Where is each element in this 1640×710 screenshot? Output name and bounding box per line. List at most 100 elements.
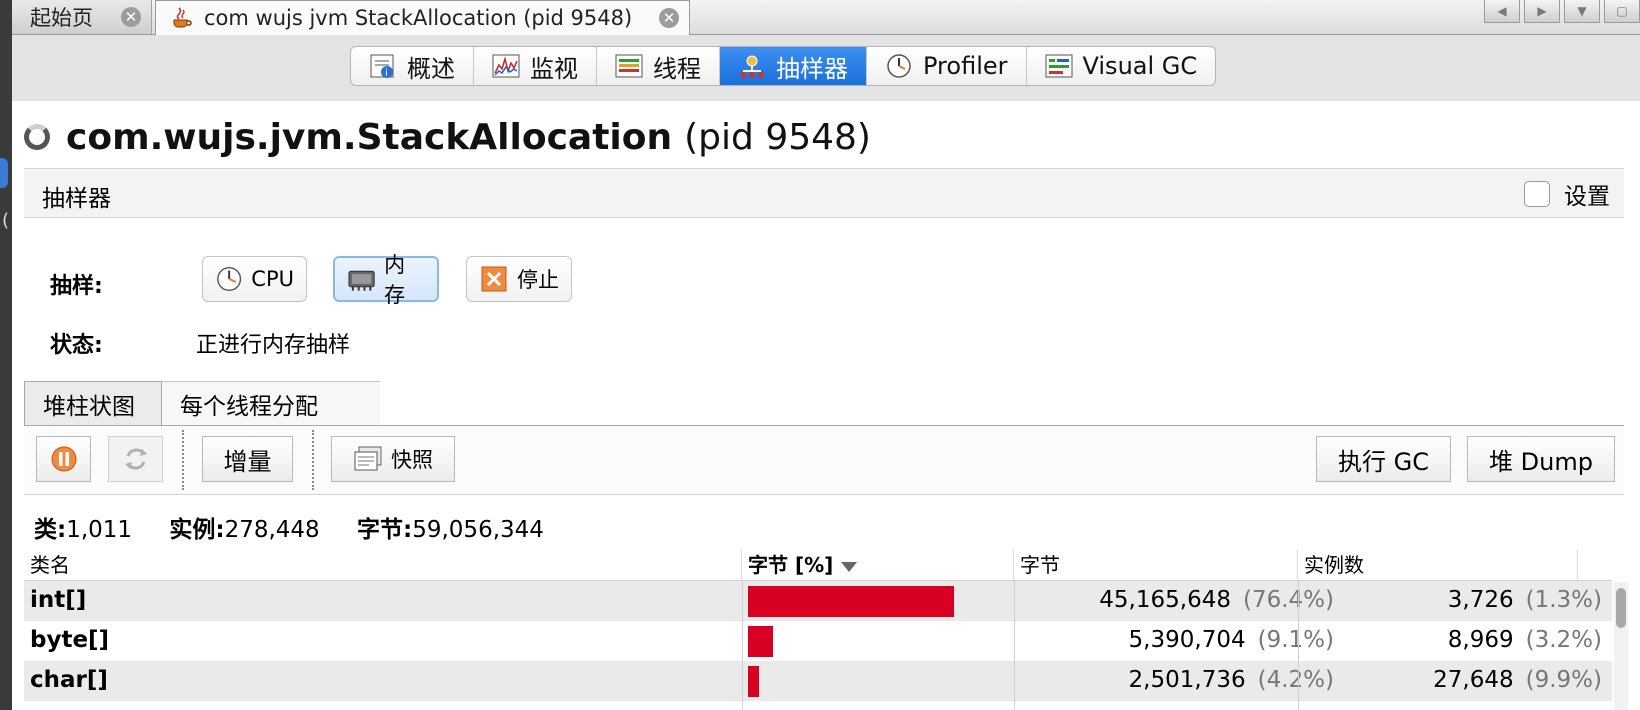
clock-icon	[887, 54, 911, 78]
visual-gc-icon	[1045, 54, 1072, 78]
scroll-right-icon[interactable]: ▶	[1524, 0, 1560, 23]
bytes-percent-bar	[748, 586, 955, 617]
tab-overview[interactable]: i 概述	[351, 47, 474, 85]
column-bytes-label: 字节	[1020, 553, 1060, 577]
instances-label: 实例:	[169, 517, 225, 543]
scrollbar-thumb[interactable]	[1616, 588, 1626, 628]
class-name-cell: byte[]	[30, 627, 110, 653]
close-icon[interactable]: ✕	[121, 7, 141, 27]
column-divider	[742, 580, 743, 710]
histogram-summary: 类:1,011 实例:278,448 字节:59,056,344	[34, 510, 574, 544]
tab-sampler[interactable]: 抽样器	[720, 47, 867, 85]
tab-threads[interactable]: 线程	[597, 47, 720, 85]
bytes-label: 字节:	[357, 517, 413, 543]
table-row[interactable]: byte[] 5,390,704 (9.1%) 8,969 (3.2%)	[24, 621, 1612, 661]
tab-process[interactable]: com wujs jvm StackAllocation (pid 9548) …	[155, 0, 690, 35]
sample-label: 抽样:	[50, 274, 103, 299]
toolbar-separator	[312, 430, 314, 490]
sort-descending-icon	[841, 561, 858, 572]
memory-sample-label: 内存	[384, 253, 406, 307]
sampler-header: 抽样器 设置	[24, 168, 1624, 218]
class-name-cell: int[]	[30, 587, 87, 613]
tab-visual-gc-label: Visual GC	[1082, 52, 1198, 80]
svg-text:i: i	[385, 68, 388, 79]
sampler-header-label: 抽样器	[42, 186, 111, 212]
process-name: com.wujs.jvm.StackAllocation	[66, 116, 673, 158]
column-bytes-percent[interactable]: 字节 [%]	[742, 550, 1014, 580]
heap-dump-button[interactable]: 堆 Dump	[1467, 436, 1615, 482]
refresh-icon	[124, 448, 147, 470]
table-row[interactable]: int[] 45,165,648 (76.4%) 3,726 (1.3%)	[24, 581, 1612, 621]
snapshot-button-label: 快照	[391, 448, 433, 472]
tab-monitor[interactable]: 监视	[474, 47, 597, 85]
maximize-icon[interactable]: ▢	[1604, 0, 1640, 23]
pause-button[interactable]	[36, 436, 91, 482]
sampler-icon	[740, 55, 764, 78]
tab-scroll-controls: ◀ ▶ ▼ ▢	[1484, 0, 1640, 24]
classes-value: 1,011	[66, 517, 133, 543]
cpu-sample-label: CPU	[251, 267, 294, 291]
tab-visual-gc[interactable]: Visual GC	[1027, 47, 1216, 85]
class-name-cell: char[]	[30, 667, 108, 693]
instances-cell: 3,726 (1.3%)	[1447, 587, 1602, 613]
column-instances-label: 实例数	[1304, 553, 1364, 577]
heap-histogram-table: 类名 字节 [%] 字节 实例数 int[] 45,165,648 (76.4%) 3…	[24, 550, 1628, 710]
bytes-percent-bar	[748, 626, 773, 657]
refresh-button[interactable]	[108, 436, 163, 482]
java-cup-icon	[173, 7, 192, 28]
bytes-percent-bar	[748, 666, 760, 697]
table-row[interactable]: char[] 2,501,736 (4.2%) 27,648 (9.9%)	[24, 661, 1612, 701]
memory-chip-icon	[348, 270, 375, 291]
toolbar-separator	[182, 430, 184, 490]
column-class-name-label: 类名	[30, 553, 70, 577]
tab-list-dropdown-icon[interactable]: ▼	[1564, 0, 1600, 23]
left-edge-glyph: (	[2, 210, 10, 231]
monitor-chart-icon	[492, 54, 520, 78]
bytes-value: 59,056,344	[412, 517, 544, 543]
result-tabs: 堆柱状图 每个线程分配	[24, 381, 1624, 426]
tab-start-page[interactable]: 起始页 ✕	[12, 0, 152, 34]
table-scrollbar[interactable]	[1614, 582, 1628, 710]
tab-heap-histogram[interactable]: 堆柱状图	[24, 381, 162, 425]
tab-heap-histogram-label: 堆柱状图	[43, 393, 135, 420]
cpu-sample-button[interactable]: CPU	[202, 256, 307, 302]
instances-cell: 8,969 (3.2%)	[1447, 627, 1602, 653]
delta-button[interactable]: 增量	[202, 436, 293, 482]
column-class-name[interactable]: 类名	[24, 550, 742, 580]
stop-sample-label: 停止	[517, 268, 559, 292]
status-value: 正进行内存抽样	[196, 333, 351, 358]
tab-per-thread-allocation[interactable]: 每个线程分配	[162, 381, 380, 425]
scroll-left-icon[interactable]: ◀	[1484, 0, 1520, 23]
table-header: 类名 字节 [%] 字节 实例数	[24, 550, 1612, 581]
threads-icon	[615, 54, 643, 78]
tab-start-page-label: 起始页	[30, 6, 93, 30]
settings-checkbox[interactable]	[1524, 181, 1550, 207]
settings-toggle[interactable]: 设置	[1524, 177, 1610, 211]
close-icon[interactable]: ✕	[659, 8, 679, 28]
delta-button-label: 增量	[223, 447, 272, 476]
column-bytes-percent-label: 字节 [%]	[748, 553, 834, 577]
stop-sample-button[interactable]: 停止	[466, 256, 572, 302]
tab-profiler-label: Profiler	[923, 52, 1008, 80]
column-bytes[interactable]: 字节	[1014, 550, 1298, 580]
column-divider	[1014, 580, 1015, 710]
bytes-cell: 5,390,704 (9.1%)	[1128, 627, 1334, 653]
tab-sampler-label: 抽样器	[776, 54, 848, 83]
histogram-toolbar: 增量 快照 执行 GC 堆 Dump	[24, 426, 1624, 495]
classes-label: 类:	[34, 517, 67, 543]
perform-gc-button[interactable]: 执行 GC	[1316, 436, 1451, 482]
pause-icon	[51, 446, 76, 472]
left-window-edge: (	[0, 0, 12, 710]
instances-value: 278,448	[224, 517, 320, 543]
tab-monitor-label: 监视	[530, 54, 578, 83]
left-edge-marker	[0, 158, 8, 188]
status-label: 状态:	[50, 333, 103, 358]
bytes-cell: 45,165,648 (76.4%)	[1099, 587, 1334, 613]
tab-profiler[interactable]: Profiler	[867, 47, 1027, 85]
column-instances[interactable]: 实例数	[1298, 550, 1578, 580]
snapshot-icon	[354, 446, 382, 471]
settings-label: 设置	[1564, 184, 1610, 210]
memory-sample-button[interactable]: 内存	[333, 253, 439, 307]
snapshot-button[interactable]: 快照	[331, 436, 455, 482]
loading-spinner-icon	[24, 124, 50, 150]
